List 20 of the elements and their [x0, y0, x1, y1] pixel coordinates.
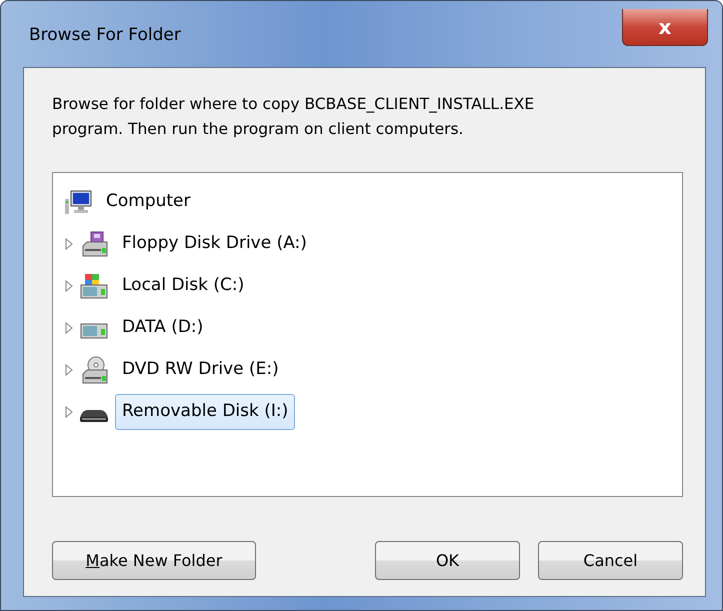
computer-icon	[63, 188, 93, 216]
expand-arrow-icon[interactable]	[63, 237, 75, 251]
tree-item[interactable]: DATA (D:)	[115, 310, 210, 346]
system-disk-icon	[79, 272, 109, 300]
close-button[interactable]: x	[622, 9, 708, 46]
description-text: Browse for folder where to copy BCBASE_CLIENT_INSTALL.EXE program. Then run the program on client computers.	[52, 94, 536, 140]
tree-item[interactable]: Computer	[99, 184, 198, 220]
expand-arrow-icon[interactable]	[63, 321, 75, 335]
removable-drive-icon	[79, 410, 109, 422]
tree-item[interactable]: Floppy Disk Drive (A:)	[115, 226, 314, 262]
tree-item[interactable]: DVD RW Drive (E:)	[115, 352, 286, 388]
expand-arrow-icon[interactable]	[63, 279, 75, 293]
expand-arrow-icon[interactable]	[63, 405, 75, 419]
dialog-button[interactable]: OK	[375, 541, 520, 580]
dialog-button[interactable]: Make New Folder	[52, 541, 256, 580]
tree-item[interactable]: Local Disk (C:)	[115, 268, 252, 304]
dialog-button[interactable]: Cancel	[538, 541, 683, 580]
tree-item[interactable]: Removable Disk (I:)	[115, 394, 296, 430]
expand-arrow-icon[interactable]	[63, 363, 75, 377]
window-title: Browse For Folder	[28, 24, 181, 48]
